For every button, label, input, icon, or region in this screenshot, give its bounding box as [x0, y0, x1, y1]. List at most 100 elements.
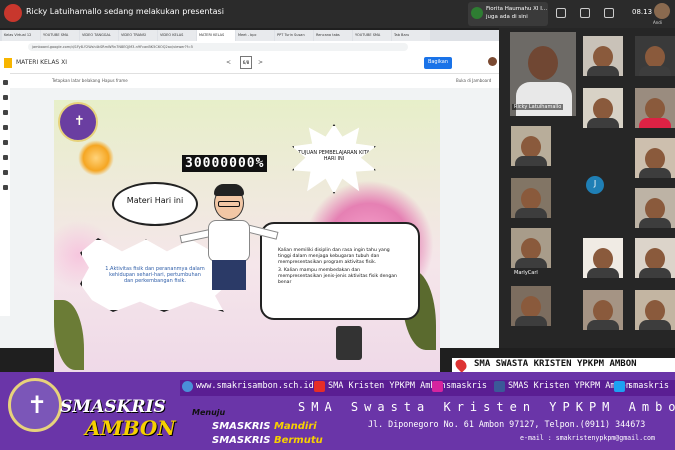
sticky-note-icon[interactable]	[2, 125, 8, 130]
eraser-icon[interactable]	[2, 95, 8, 100]
people-icon[interactable]	[556, 8, 566, 18]
drawing-toolbar	[0, 70, 10, 316]
globe-icon	[182, 381, 193, 392]
youtube-link[interactable]: SMA Kristen YPKPM Ambon	[328, 381, 446, 391]
browser-tab[interactable]: VIDEO TANGGAL	[80, 30, 118, 41]
prev-frame-button[interactable]: <	[226, 59, 231, 66]
motto-line-2: SMASKRIS Bermutu	[212, 435, 323, 446]
cross-icon: ✝	[74, 114, 85, 129]
jamboard-logo	[4, 58, 12, 68]
flower-decoration	[78, 140, 114, 176]
participant-tile[interactable]	[635, 88, 675, 128]
participant-tile[interactable]	[511, 178, 551, 218]
goal-text-box: Kalian memiliki disiplin dan rasa ingin …	[260, 222, 420, 320]
participant-tile[interactable]	[635, 290, 675, 330]
twitter-icon	[614, 381, 625, 392]
jam-title[interactable]: MATERI KELAS XI	[16, 59, 67, 66]
facebook-icon	[494, 381, 505, 392]
pinned-participant-name: Ricky Latuihamallo	[512, 104, 564, 110]
participant-tile[interactable]	[511, 286, 551, 326]
banner-school-logo: ✝	[8, 378, 62, 432]
browser-tab[interactable]: Tab Baru	[392, 30, 430, 41]
pen-icon[interactable]	[2, 80, 8, 85]
location-pin-icon	[453, 357, 469, 373]
notification-avatar	[471, 7, 483, 19]
url-field[interactable]: jamboard.google.com/d/1Fy8-Y2Wsh4kSRmWRn…	[28, 42, 408, 51]
location-strip: SMA SWASTA KRISTEN YPKPM AMBON	[452, 357, 675, 373]
school-logo: ✝	[58, 102, 98, 142]
notification-name: Fiorita Haumahu XI I...	[486, 6, 548, 12]
open-in-jamboard-link[interactable]: Buka di Jamboard	[456, 78, 491, 83]
frame-counter[interactable]: 6/8	[240, 56, 252, 69]
participant-tile[interactable]	[635, 138, 675, 178]
tab-strip: Kelas Virtual 12 YOUTUBE SMA VIDEO TANGG…	[0, 30, 499, 41]
website-link[interactable]: www.smakrisambon.sch.id	[196, 381, 314, 391]
brand-city: AMBON	[85, 416, 176, 440]
leaf-decoration	[54, 300, 84, 370]
participant-tile[interactable]	[583, 290, 623, 330]
location-text: SMA SWASTA KRISTEN YPKPM AMBON	[474, 359, 637, 369]
text-box-icon[interactable]	[2, 170, 8, 175]
dj-illustration	[336, 326, 362, 360]
jamboard-frame[interactable]: ✝ 30000000% Materi Hari ini TUJUAN PEMBE…	[54, 100, 440, 373]
participant-tile[interactable]	[635, 238, 675, 278]
goal-paragraph: 3. Kalian mampu membedakan dan mempresen…	[278, 268, 397, 285]
image-icon[interactable]	[2, 140, 8, 145]
youtube-icon	[314, 381, 325, 392]
share-button[interactable]: Bagikan	[424, 57, 452, 69]
browser-tab-active[interactable]: MATERI KELAS	[197, 30, 235, 41]
motto-line-1: SMASKRIS Mandiri	[212, 421, 317, 432]
browser-tab[interactable]: VIDEO KELAS	[158, 30, 196, 41]
brand-name: SMASKRIS	[60, 397, 166, 417]
browser-tab[interactable]: YOUTUBE SMA	[41, 30, 79, 41]
browser-tab[interactable]: PPT Turin Susan	[275, 30, 313, 41]
clear-frame-button[interactable]: Hapus frame	[102, 78, 128, 83]
browser-tab[interactable]: VIDEO TRANSI	[119, 30, 157, 41]
school-full-name: SMA Swasta Kristen YPKPM Ambon	[298, 400, 675, 414]
participant-tile[interactable]	[583, 36, 623, 76]
select-icon[interactable]	[2, 110, 8, 115]
user-avatar[interactable]	[488, 57, 497, 66]
browser-tab[interactable]: YOUTUBE SMA	[353, 30, 391, 41]
self-avatar[interactable]	[654, 3, 670, 19]
circle-icon[interactable]	[2, 155, 8, 160]
jamboard-header: MATERI KELAS XI < 6/8 > Bagikan	[0, 52, 499, 74]
participant-initial-avatar[interactable]: J	[586, 176, 604, 194]
participant-tile[interactable]	[583, 238, 623, 278]
participant-tile[interactable]	[583, 88, 623, 128]
counter-text: 30000000%	[182, 155, 268, 172]
browser-tab[interactable]: Kelas Virtual 12	[2, 30, 40, 41]
pinned-participant-tile[interactable]: Ricky Latuihamallo	[510, 32, 576, 116]
address-bar: jamboard.google.com/d/1Fy8-Y2Wsh4kSRmWRn…	[0, 41, 499, 52]
join-notification[interactable]: Fiorita Haumahu XI I... juga ada di sini	[468, 2, 548, 26]
menuju-text: Menuju	[192, 408, 226, 417]
chat-icon[interactable]	[580, 8, 590, 18]
instagram-link[interactable]: smaskris	[446, 381, 487, 391]
activities-icon[interactable]	[604, 8, 614, 18]
presenting-status: Ricky Latuihamallo sedang melakukan pres…	[26, 7, 224, 16]
notification-text: juga ada di sini	[486, 14, 528, 20]
next-frame-button[interactable]: >	[258, 59, 263, 66]
laser-icon[interactable]	[2, 185, 8, 190]
instagram-icon	[432, 381, 443, 392]
presenter-avatar	[4, 4, 22, 22]
participant-tile[interactable]	[635, 36, 675, 76]
cross-icon: ✝	[27, 391, 48, 419]
browser-tab[interactable]: Rencana tabs	[314, 30, 352, 41]
school-banner: ✝ SMASKRIS AMBON www.smakrisambon.sch.id…	[0, 372, 675, 450]
self-name: Andi	[653, 20, 662, 25]
clock: 08.13	[632, 8, 653, 16]
jamboard-toolbar: Tetapkan latar belakang Hapus frame Buka…	[0, 74, 499, 88]
school-email: e-mail : smakristenypkpm@gmail.com	[520, 434, 655, 442]
twitter-link[interactable]: smaskris	[628, 381, 669, 391]
set-background-button[interactable]: Tetapkan latar belakang	[52, 78, 100, 83]
school-address: Jl. Diponegoro No. 61 Ambon 97127, Telpo…	[368, 419, 646, 429]
participant-tile[interactable]	[635, 188, 675, 228]
participant-name: MarlyCarl	[514, 270, 538, 276]
browser-tab[interactable]: Meet - bpc	[236, 30, 274, 41]
participant-tile[interactable]	[511, 126, 551, 166]
teacher-illustration	[178, 184, 279, 294]
meet-top-bar: Ricky Latuihamallo sedang melakukan pres…	[0, 0, 675, 28]
participant-tile[interactable]	[511, 228, 551, 268]
facebook-link[interactable]: SMAS Kristen YPKPM Ambon	[508, 381, 631, 391]
